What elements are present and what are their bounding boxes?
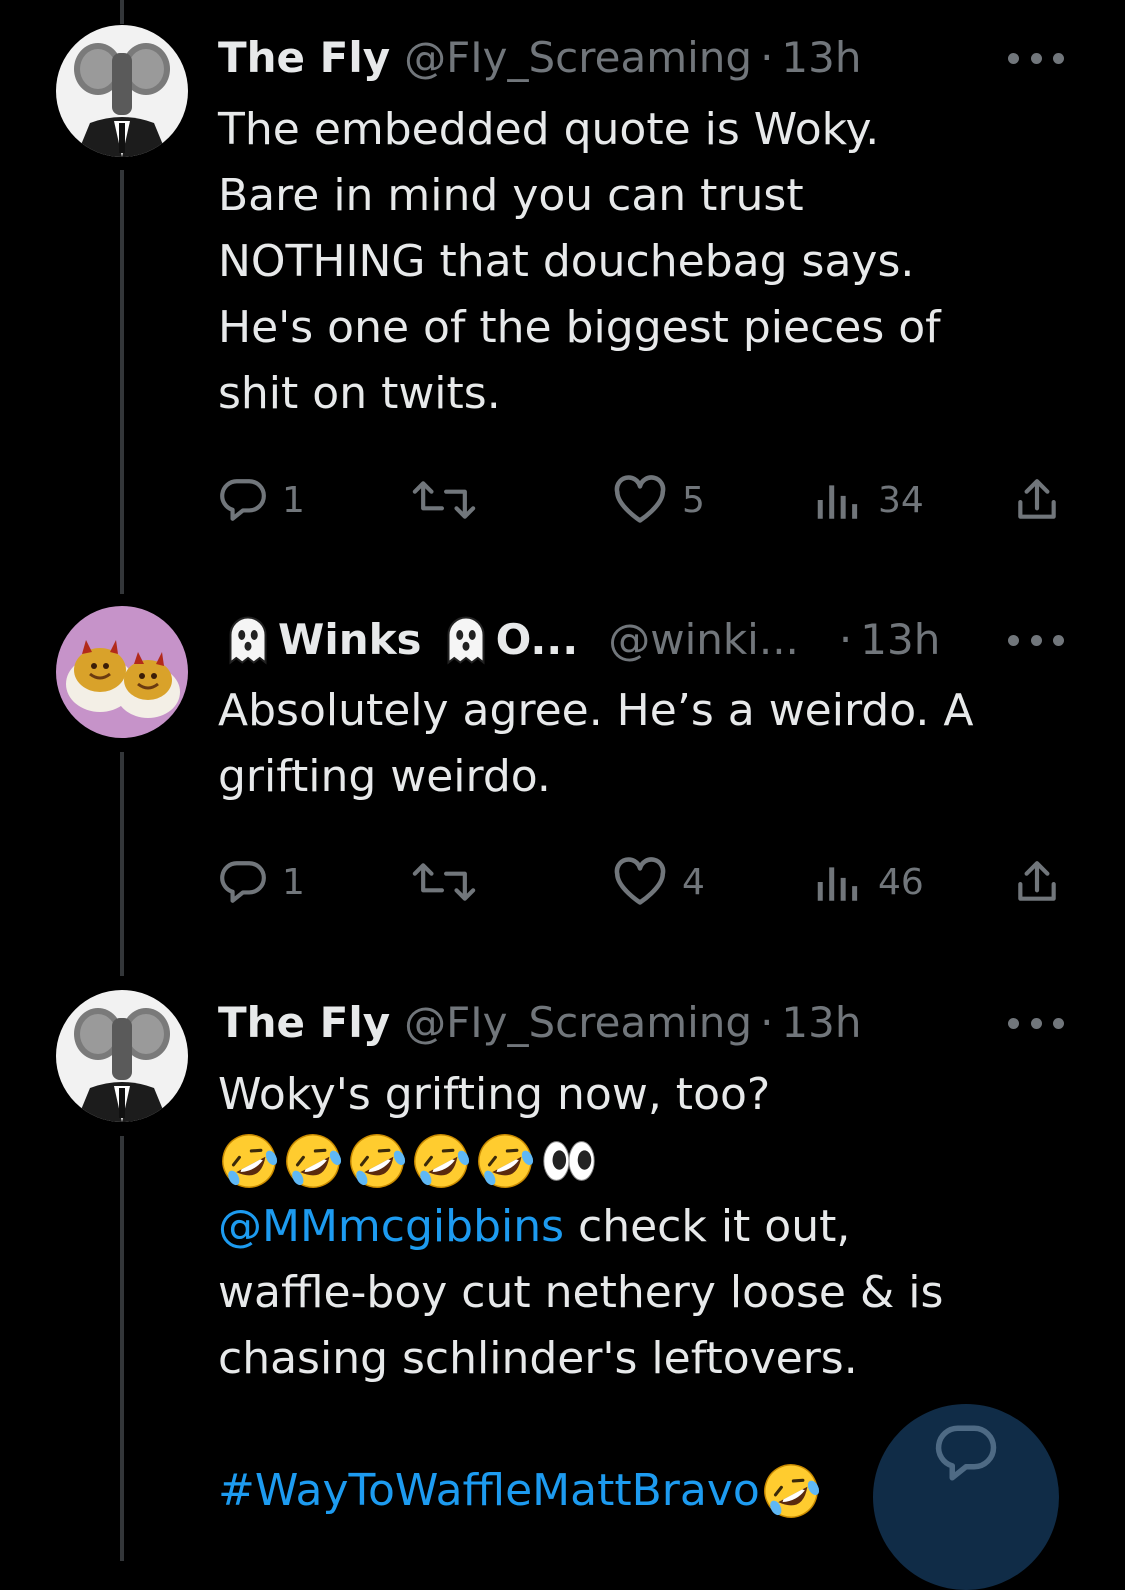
ghost-emoji — [436, 610, 496, 670]
like-button[interactable]: 4 — [612, 856, 705, 908]
avatar-the-fly[interactable] — [56, 990, 188, 1122]
eyes-emoji — [543, 1141, 595, 1181]
like-button[interactable]: 5 — [612, 474, 705, 526]
timestamp[interactable]: 13h — [781, 993, 861, 1053]
more-dots-icon[interactable] — [1008, 43, 1064, 73]
display-name[interactable]: The Fly — [218, 993, 390, 1053]
reply-bubble-icon — [218, 475, 268, 525]
views-count: 46 — [878, 861, 924, 903]
retweet-button[interactable] — [408, 856, 480, 908]
tweet-text: Absolutely agree. He’s a weirdo. A grift… — [218, 685, 974, 802]
rolling-on-floor-laughing-emoji — [478, 1134, 534, 1188]
user-handle[interactable]: @winki... — [608, 610, 799, 670]
user-handle[interactable]: @FIy_Screaming — [404, 993, 752, 1053]
separator-dot: · — [760, 998, 774, 1047]
ghost-emoji — [218, 610, 278, 670]
heart-icon — [612, 475, 668, 525]
rolling-on-floor-laughing-emoji — [763, 1464, 819, 1518]
reply-count: 1 — [282, 861, 305, 903]
rolling-on-floor-laughing-emoji — [286, 1134, 342, 1188]
tweet-text-line1: Woky's grifting now, too? — [218, 1069, 771, 1120]
user-handle[interactable]: @FIy_Screaming — [404, 28, 752, 88]
reply-button[interactable]: 1 — [218, 856, 305, 908]
retweet-icon — [408, 475, 480, 525]
reply-count: 1 — [282, 479, 305, 521]
more-dots-icon[interactable] — [1008, 625, 1064, 655]
views-bar-chart-icon — [814, 857, 864, 907]
rolling-on-floor-laughing-emoji — [414, 1134, 470, 1188]
timestamp[interactable]: 13h — [781, 28, 861, 88]
more-dots-icon[interactable] — [1008, 1008, 1064, 1038]
emoji-row — [218, 1128, 1078, 1194]
tweet-text: The embedded quote is Woky. Bare in mind… — [218, 104, 941, 419]
retweet-button[interactable] — [408, 474, 480, 526]
views-button[interactable]: 46 — [814, 856, 924, 908]
share-button[interactable] — [1012, 856, 1062, 908]
display-name[interactable]: The Fly — [218, 28, 390, 88]
views-count: 34 — [878, 479, 924, 521]
avatar-winks[interactable] — [56, 606, 188, 738]
share-upload-icon — [1012, 857, 1062, 907]
tweet-1[interactable]: The Fly @FIy_Screaming · 13h The embedde… — [0, 0, 1125, 590]
retweet-icon — [408, 857, 480, 907]
heart-icon — [612, 857, 668, 907]
share-upload-icon — [1012, 475, 1062, 525]
rolling-on-floor-laughing-emoji — [222, 1134, 278, 1188]
share-button[interactable] — [1012, 474, 1062, 526]
tweet-header: The Fly @FIy_Screaming · 13h — [218, 28, 861, 88]
tweet-header: Winks O... @winki... · 13h — [218, 610, 940, 670]
compose-reply-icon — [933, 1420, 999, 1490]
tweet-2[interactable]: Winks O... @winki... · 13h Absolutely ag… — [0, 600, 1125, 980]
display-name[interactable]: Winks — [278, 610, 422, 670]
rolling-on-floor-laughing-emoji — [350, 1134, 406, 1188]
like-count: 5 — [682, 479, 705, 521]
views-bar-chart-icon — [814, 475, 864, 525]
user-mention-link[interactable]: @MMmcgibbins — [218, 1201, 564, 1252]
views-button[interactable]: 34 — [814, 474, 924, 526]
reply-bubble-icon — [218, 857, 268, 907]
hashtag-link[interactable]: #WayToWaffleMattBravo — [218, 1458, 760, 1524]
separator-dot: · — [838, 615, 853, 664]
avatar-the-fly[interactable] — [56, 25, 188, 157]
separator-dot: · — [760, 33, 774, 82]
compose-reply-button[interactable] — [873, 1404, 1059, 1590]
reply-button[interactable]: 1 — [218, 474, 305, 526]
tweet-header: The Fly @FIy_Screaming · 13h — [218, 993, 861, 1053]
timestamp[interactable]: 13h — [860, 610, 940, 670]
like-count: 4 — [682, 861, 705, 903]
display-name-tail[interactable]: O... — [496, 610, 579, 670]
